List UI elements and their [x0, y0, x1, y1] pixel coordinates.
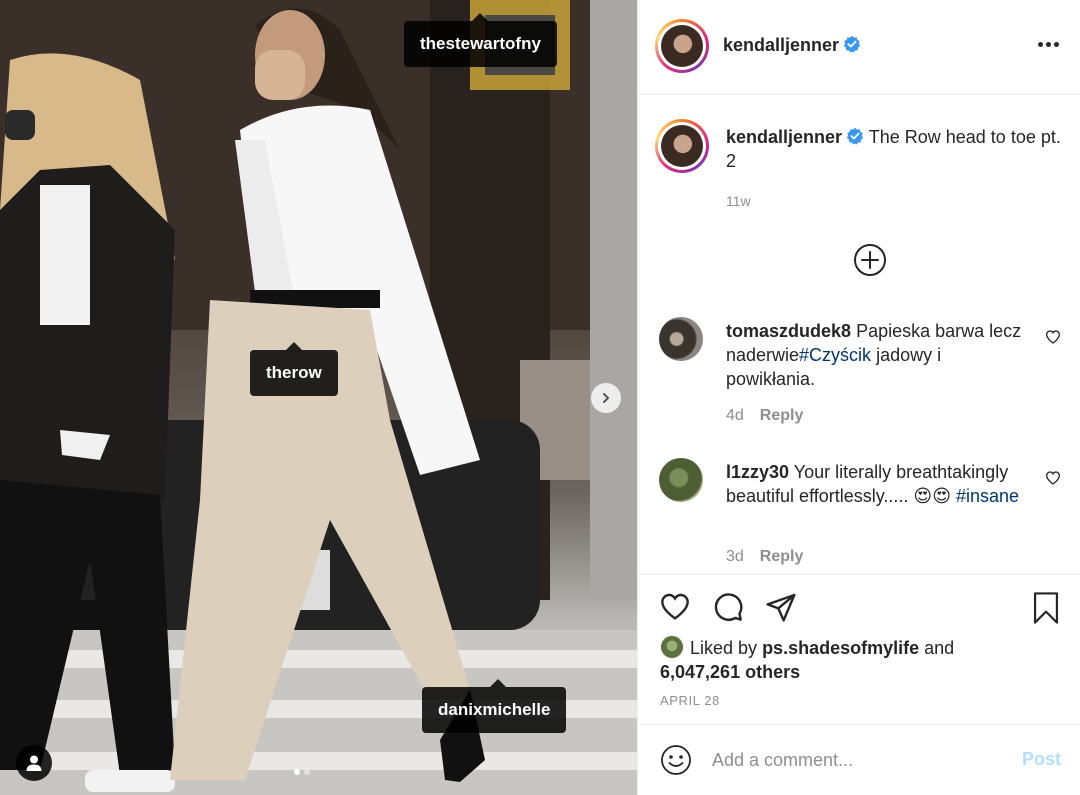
like-heart-icon[interactable]	[658, 591, 692, 623]
next-photo-button[interactable]	[591, 383, 621, 413]
post-actions: Liked by ps.shadesofmylife and 6,047,261…	[638, 574, 1080, 724]
photo-tag[interactable]: thestewartofny	[404, 13, 557, 67]
commenter-avatar[interactable]	[659, 458, 703, 502]
heart-icon[interactable]	[1045, 470, 1061, 486]
post-date[interactable]: APRIL 28	[660, 693, 720, 708]
street-photo-illustration	[0, 0, 637, 795]
comment-time: 4d	[726, 407, 744, 424]
comment-input[interactable]	[712, 745, 1002, 775]
heart-icon[interactable]	[1045, 329, 1061, 345]
likes-prefix: Liked by	[690, 638, 758, 658]
post-time[interactable]: 11w	[726, 193, 751, 209]
author-avatar[interactable]	[655, 119, 709, 173]
commenter-avatar[interactable]	[659, 317, 703, 361]
comment-meta: 3d Reply	[726, 548, 803, 566]
chevron-right-icon	[603, 393, 609, 403]
verified-badge-icon	[846, 127, 864, 145]
reply-button[interactable]: Reply	[760, 548, 804, 565]
likes-count[interactable]: 6,047,261 others	[660, 662, 800, 682]
emoji-icon[interactable]	[660, 744, 692, 776]
share-paper-plane-icon[interactable]	[764, 591, 798, 623]
comment-text: tomaszdudek8 Papieska barwa lecz naderwi…	[726, 319, 1031, 391]
author-username-row[interactable]: kendalljenner	[723, 35, 861, 56]
post-comment-button[interactable]: Post	[1022, 749, 1061, 770]
add-comment-bar: Post	[638, 724, 1080, 795]
liker-avatar[interactable]	[660, 635, 684, 659]
post-detail-panel: kendalljenner kendalljenner The Row head…	[637, 0, 1080, 795]
reply-button[interactable]: Reply	[760, 407, 804, 424]
author-avatar[interactable]	[655, 19, 709, 73]
comment-hashtag[interactable]: #Czyścik	[799, 345, 871, 365]
tagged-users-button[interactable]	[16, 745, 52, 781]
photo-tag[interactable]: danixmichelle	[422, 679, 567, 733]
carousel-indicator	[294, 769, 310, 775]
comment-text: l1zzy30 Your literally breathtakingly be…	[726, 460, 1031, 508]
likes-and: and	[924, 638, 955, 658]
author-username[interactable]: kendalljenner	[723, 35, 839, 55]
commenter-username[interactable]: l1zzy30	[726, 462, 789, 482]
verified-badge-icon	[843, 35, 861, 53]
comment-meta: 4d Reply	[726, 407, 803, 425]
likes-summary: Liked by ps.shadesofmylife and 6,047,261…	[660, 635, 954, 684]
carousel-dot	[304, 769, 310, 775]
plus-circle-icon[interactable]	[853, 243, 887, 277]
caption-text-block: kendalljenner The Row head to toe pt. 2	[726, 125, 1066, 173]
comment-bubble-icon[interactable]	[711, 591, 745, 623]
more-horizontal-icon[interactable]	[1036, 36, 1061, 53]
user-icon	[26, 755, 42, 771]
carousel-dot-active	[294, 769, 300, 775]
post-photo[interactable]: thestewartofny therow danixmichelle	[0, 0, 637, 795]
caption-username[interactable]: kendalljenner	[726, 127, 842, 147]
bookmark-icon[interactable]	[1031, 591, 1061, 625]
commenter-username[interactable]: tomaszdudek8	[726, 321, 851, 341]
comment-hashtag[interactable]: #insane	[956, 486, 1019, 506]
liker-username[interactable]: ps.shadesofmylife	[762, 638, 919, 658]
photo-tag[interactable]: therow	[250, 342, 338, 396]
post-header: kendalljenner	[638, 0, 1080, 95]
comment-time: 3d	[726, 548, 744, 565]
